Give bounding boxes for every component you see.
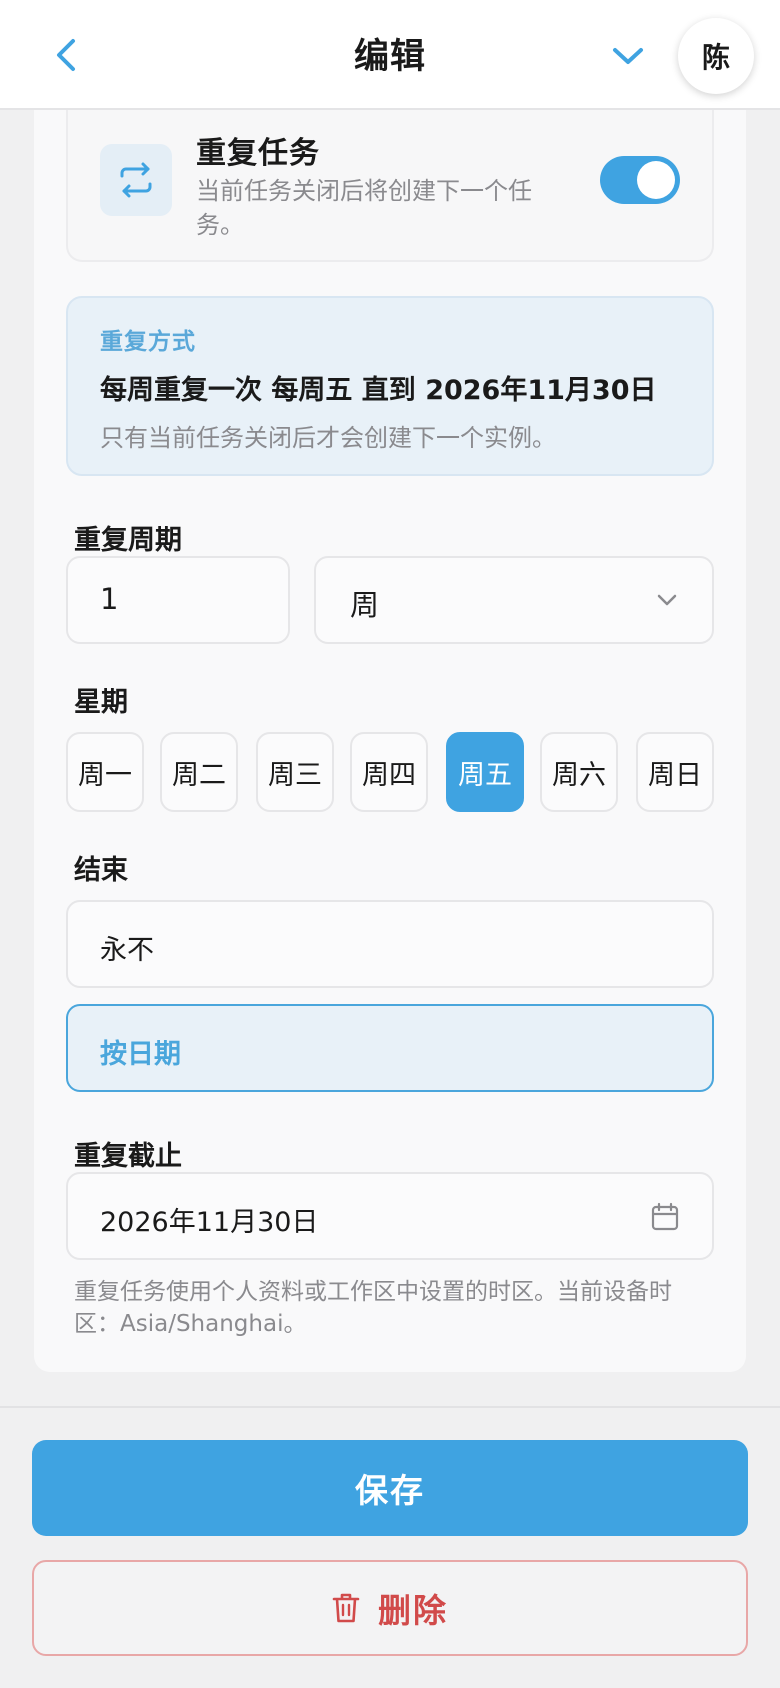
footer-divider <box>0 1406 780 1408</box>
weekday-thu[interactable]: 周四 <box>350 732 428 812</box>
weekday-mon[interactable]: 周一 <box>66 732 144 812</box>
interval-unit-select[interactable]: 周 <box>314 556 714 644</box>
end-option-never[interactable]: 永不 <box>66 900 714 988</box>
end-option-by-date-label: 按日期 <box>100 1039 181 1070</box>
weekday-wed[interactable]: 周三 <box>256 732 334 812</box>
toggle-knob <box>637 161 675 199</box>
save-button-label: 保存 <box>355 1471 425 1510</box>
header-dropdown-button[interactable] <box>606 34 650 78</box>
until-date-value: 2026年11月30日 <box>100 1207 319 1238</box>
end-option-by-date[interactable]: 按日期 <box>66 1004 714 1092</box>
summary-note: 只有当前任务关闭后才会创建下一个实例。 <box>100 424 556 452</box>
until-date-input[interactable]: 2026年11月30日 <box>66 1172 714 1260</box>
back-button[interactable] <box>44 30 88 80</box>
weekday-sun[interactable]: 周日 <box>636 732 714 812</box>
until-label: 重复截止 <box>74 1141 182 1172</box>
summary-label: 重复方式 <box>100 329 196 355</box>
avatar[interactable]: 陈 <box>678 18 754 94</box>
chevron-down-icon <box>613 48 643 64</box>
end-label: 结束 <box>74 855 128 886</box>
interval-label: 重复周期 <box>74 525 182 556</box>
delete-button-label: 删除 <box>378 1591 448 1630</box>
trash-icon <box>332 1593 360 1623</box>
repeat-task-title: 重复任务 <box>196 136 320 171</box>
timezone-note: 重复任务使用个人资料或工作区中设置的时区。当前设备时区：Asia/Shangha… <box>74 1279 672 1337</box>
weekday-sat[interactable]: 周六 <box>540 732 618 812</box>
page-title: 编辑 <box>353 37 426 77</box>
weekday-tue[interactable]: 周二 <box>160 732 238 812</box>
delete-button[interactable]: 删除 <box>32 1560 748 1656</box>
interval-unit: 周 <box>350 588 380 622</box>
weekday-label: 星期 <box>74 687 128 718</box>
interval-value: 1 <box>100 582 119 616</box>
save-button[interactable]: 保存 <box>32 1440 748 1536</box>
weekday-fri[interactable]: 周五 <box>446 732 524 812</box>
repeat-icon <box>100 144 172 216</box>
chevron-down-icon <box>657 594 677 606</box>
chevron-left-icon <box>57 39 75 71</box>
repeat-task-toggle[interactable] <box>600 156 680 204</box>
calendar-icon[interactable] <box>650 1202 680 1232</box>
top-bar: 编辑 陈 <box>0 0 780 110</box>
interval-value-input[interactable]: 1 <box>66 556 290 644</box>
summary-text: 每周重复一次 每周五 直到 2026年11月30日 <box>100 375 657 406</box>
end-option-never-label: 永不 <box>100 935 154 966</box>
repeat-task-description: 当前任务关闭后将创建下一个任务。 <box>196 177 532 239</box>
